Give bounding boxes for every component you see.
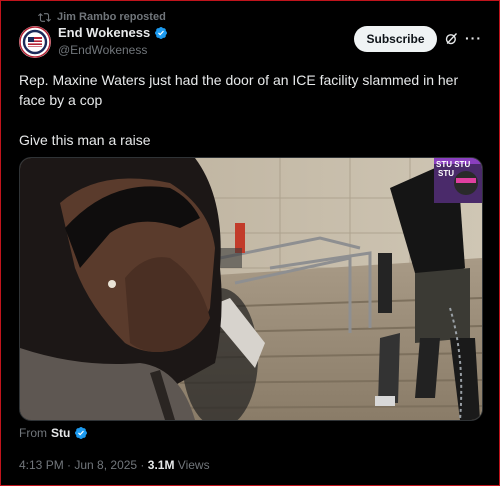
source-attribution[interactable]: From Stu bbox=[19, 426, 88, 440]
author-name[interactable]: End Wokeness bbox=[58, 25, 150, 40]
author-name-row[interactable]: End Wokeness bbox=[58, 25, 168, 40]
tweet-line-1: Rep. Maxine Waters just had the door of … bbox=[19, 72, 459, 108]
subscribe-button[interactable]: Subscribe bbox=[354, 26, 437, 52]
meta-separator: · bbox=[63, 458, 75, 472]
repost-icon bbox=[38, 12, 51, 22]
source-name[interactable]: Stu bbox=[51, 426, 70, 440]
repost-text: Jim Rambo reposted bbox=[57, 11, 166, 23]
views-label: Views bbox=[177, 458, 210, 472]
tweet-line-2: Give this man a raise bbox=[19, 132, 151, 148]
end-wokeness-logo bbox=[19, 26, 51, 58]
repost-indicator[interactable]: Jim Rambo reposted bbox=[38, 10, 166, 24]
grok-icon[interactable] bbox=[444, 31, 459, 46]
tweet-meta: 4:13 PM · Jun 8, 2025 · 3.1M Views bbox=[19, 458, 210, 472]
avatar[interactable] bbox=[19, 26, 51, 58]
from-prefix: From bbox=[19, 426, 47, 440]
video-frame: STU STU STU bbox=[20, 158, 482, 420]
overlay-text: STU STU bbox=[436, 160, 470, 169]
views-count: 3.1M bbox=[147, 458, 175, 472]
more-icon[interactable]: ··· bbox=[465, 30, 482, 46]
tweet-time[interactable]: 4:13 PM bbox=[19, 458, 64, 472]
verified-badge-icon bbox=[154, 26, 168, 40]
tweet-date[interactable]: Jun 8, 2025 bbox=[74, 458, 137, 472]
author-handle[interactable]: @EndWokeness bbox=[58, 43, 147, 57]
verified-badge-icon bbox=[75, 427, 88, 439]
meta-separator: · bbox=[137, 458, 148, 472]
video-media[interactable]: STU STU STU bbox=[19, 157, 483, 421]
tweet-text: Rep. Maxine Waters just had the door of … bbox=[19, 70, 481, 150]
overlay-text-2: STU bbox=[438, 169, 454, 178]
